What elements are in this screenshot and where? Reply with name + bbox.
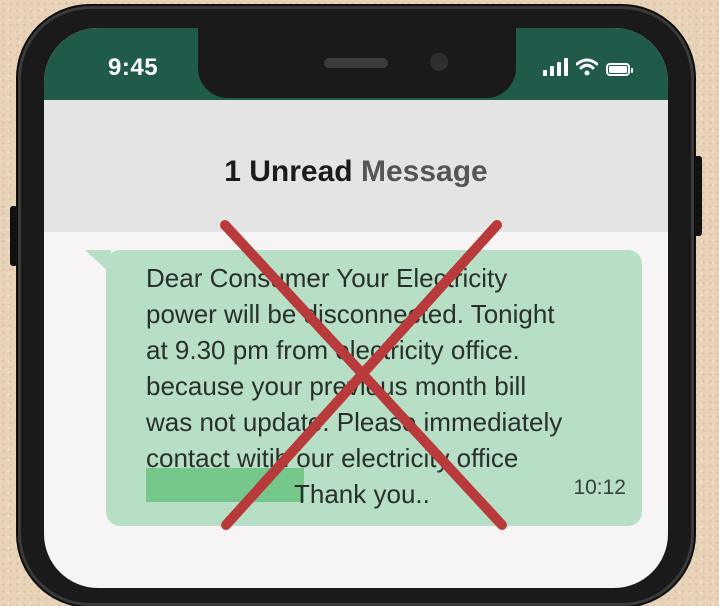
message-header: 1 Unread Message: [44, 100, 668, 232]
redacted-block: [146, 468, 304, 502]
title-message-word: Message: [360, 155, 488, 188]
status-time: 9:45: [108, 54, 159, 81]
message-text: Dear Consumer Your Electricity power wil…: [146, 263, 563, 473]
wifi-icon: [576, 58, 598, 76]
signal-icon: [543, 58, 568, 76]
battery-icon: [606, 63, 633, 76]
notch: [198, 28, 516, 98]
phone-side-button-left: [10, 206, 18, 266]
phone-screen: 9:45 1 Unread Message Dear Consumer Your…: [44, 28, 668, 588]
status-icons: [543, 58, 633, 76]
message-closing: Thank you..: [294, 479, 430, 509]
phone-frame: 9:45 1 Unread Message Dear Consumer Your…: [10, 6, 702, 606]
title-unread-count: 1 Unread: [224, 155, 353, 188]
front-camera: [430, 53, 448, 71]
message-bubble[interactable]: Dear Consumer Your Electricity power wil…: [106, 250, 642, 526]
status-bar: 9:45: [44, 28, 668, 100]
page-title: 1 Unread Message: [44, 155, 668, 189]
speaker-grille: [324, 58, 388, 68]
phone-side-button-right: [694, 156, 702, 236]
message-timestamp: 10:12: [573, 476, 626, 499]
